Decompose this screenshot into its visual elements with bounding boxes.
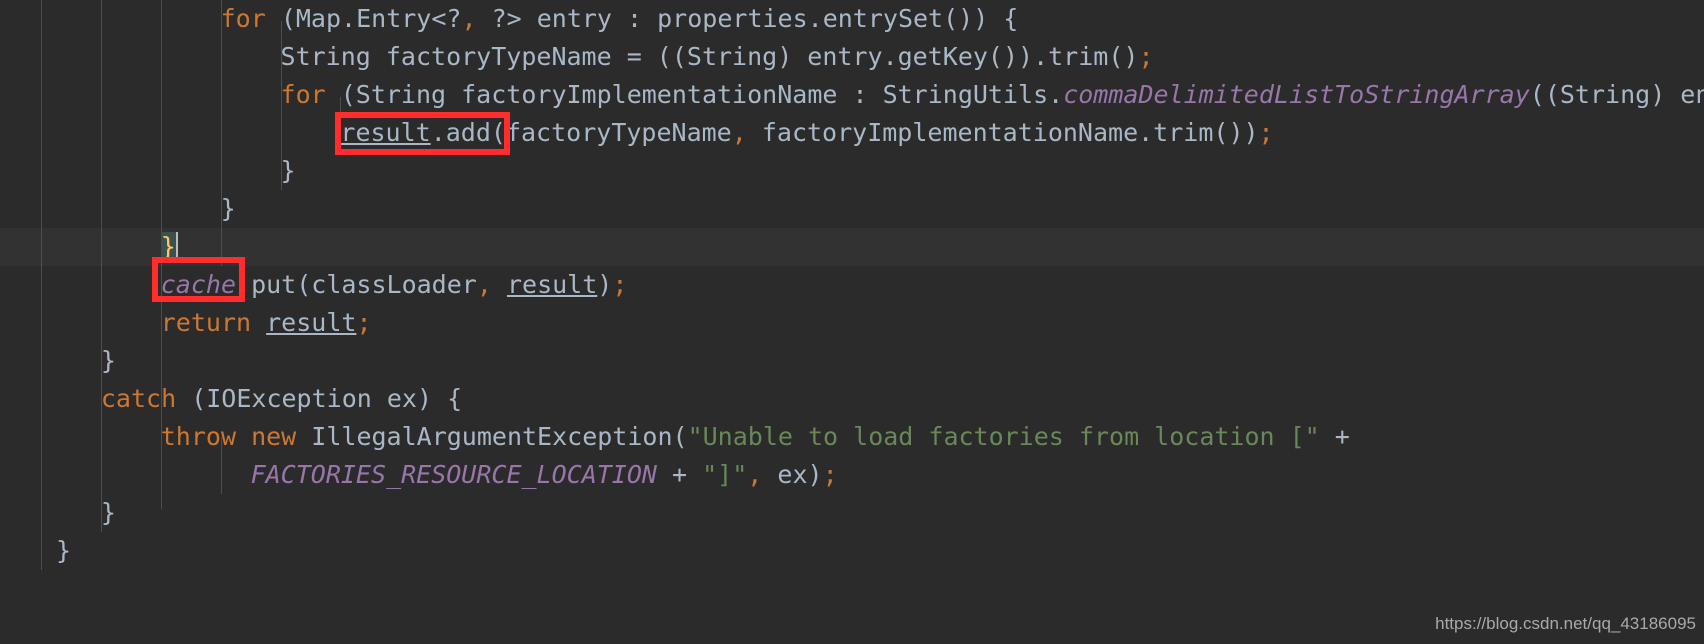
code-line[interactable]: for (String factoryImplementationName : … xyxy=(281,76,1704,114)
code-token: (IOException ex) { xyxy=(176,384,463,413)
code-token: new xyxy=(251,422,297,451)
code-token: cache xyxy=(160,270,237,299)
code-token: ; xyxy=(822,460,838,489)
code-token: String factoryTypeName = ((String) entry… xyxy=(280,42,1139,71)
code-token: IllegalArgumentException( xyxy=(296,422,688,451)
code-token: ; xyxy=(1138,42,1154,71)
code-token: for xyxy=(220,4,266,33)
code-token: } xyxy=(100,498,116,527)
code-token: (Map.Entry<? xyxy=(265,4,462,33)
code-token: ; xyxy=(356,308,372,337)
code-token: , xyxy=(747,460,763,489)
code-line[interactable]: catch (IOException ex) { xyxy=(101,380,462,418)
code-line[interactable]: } xyxy=(56,532,71,570)
code-token: throw xyxy=(160,422,237,451)
code-token: + xyxy=(1319,422,1350,451)
code-token: (String factoryImplementationName : Stri… xyxy=(325,80,1064,109)
code-token: return xyxy=(160,308,252,337)
code-token: } xyxy=(160,232,176,261)
code-token: "Unable to load factories from location … xyxy=(687,422,1320,451)
code-token: } xyxy=(280,156,296,185)
code-line[interactable]: } xyxy=(281,152,296,190)
code-token: , xyxy=(731,118,747,147)
code-token: FACTORIES_RESOURCE_LOCATION xyxy=(250,460,657,489)
code-token: } xyxy=(100,346,116,375)
code-line[interactable]: } xyxy=(221,190,236,228)
code-token: .put(classLoader xyxy=(236,270,477,299)
code-token: ) xyxy=(597,270,613,299)
code-line[interactable]: FACTORIES_RESOURCE_LOCATION + "]", ex); xyxy=(251,456,838,494)
code-token: } xyxy=(55,536,72,565)
code-line[interactable]: } xyxy=(101,494,116,532)
code-line[interactable]: for (Map.Entry<?, ?> entry : properties.… xyxy=(221,0,1019,38)
code-token: , xyxy=(476,270,492,299)
code-token: .add(factoryTypeName xyxy=(430,118,732,147)
code-text-area[interactable]: for (Map.Entry<?, ?> entry : properties.… xyxy=(0,0,1704,644)
code-line[interactable]: throw new IllegalArgumentException("Unab… xyxy=(161,418,1350,456)
code-line[interactable]: result.add(factoryTypeName, factoryImple… xyxy=(340,114,1273,152)
code-line[interactable]: cache.put(classLoader, result); xyxy=(161,266,628,304)
code-line[interactable]: } xyxy=(101,342,116,380)
watermark-text: https://blog.csdn.net/qq_43186095 xyxy=(1435,614,1696,633)
code-line[interactable]: return result; xyxy=(161,304,372,342)
code-token: ; xyxy=(1258,118,1274,147)
code-token: , xyxy=(461,4,477,33)
code-token: + xyxy=(656,460,703,489)
code-token: result xyxy=(506,270,598,299)
code-line[interactable]: } xyxy=(161,228,176,266)
code-token: } xyxy=(220,194,236,223)
code-token: factoryImplementationName.trim()) xyxy=(746,118,1259,147)
code-token: "]" xyxy=(702,460,748,489)
code-token: result xyxy=(340,118,431,147)
code-token: ; xyxy=(612,270,628,299)
code-token: ex) xyxy=(762,460,823,489)
code-token: ?> entry : properties.entrySet()) { xyxy=(476,4,1019,33)
code-token: ((String) en xyxy=(1529,80,1704,109)
code-line[interactable]: String factoryTypeName = ((String) entry… xyxy=(281,38,1154,76)
code-token: commaDelimitedListToStringArray xyxy=(1063,80,1530,109)
code-editor-screenshot: for (Map.Entry<?, ?> entry : properties.… xyxy=(0,0,1704,644)
code-token: catch xyxy=(100,384,177,413)
code-token: result xyxy=(266,308,357,337)
code-token: for xyxy=(280,80,326,109)
